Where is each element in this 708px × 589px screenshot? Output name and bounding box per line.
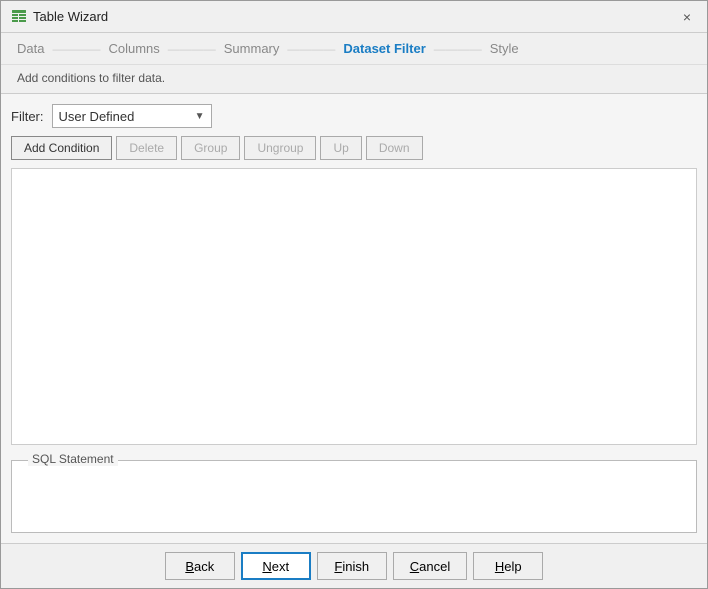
dropdown-arrow-icon: ▼ bbox=[195, 111, 205, 122]
close-button[interactable]: × bbox=[677, 7, 697, 27]
filter-dropdown[interactable]: User Defined ▼ bbox=[52, 104, 212, 128]
conditions-toolbar: Add Condition Delete Group Ungroup Up Do… bbox=[11, 136, 697, 160]
up-button[interactable]: Up bbox=[320, 136, 361, 160]
sep-1: ———— bbox=[52, 42, 100, 56]
next-button[interactable]: Next bbox=[241, 552, 311, 580]
sep-4: ———— bbox=[434, 42, 482, 56]
step-summary[interactable]: Summary bbox=[224, 41, 280, 56]
group-button[interactable]: Group bbox=[181, 136, 240, 160]
sql-legend: SQL Statement bbox=[28, 452, 118, 466]
filter-label: Filter: bbox=[11, 109, 44, 124]
content-area: Filter: User Defined ▼ Add Condition Del… bbox=[1, 94, 707, 543]
ungroup-button[interactable]: Ungroup bbox=[244, 136, 316, 160]
title-bar: Table Wizard × bbox=[1, 1, 707, 33]
footer: Back Next Finish Cancel Help bbox=[1, 543, 707, 588]
sep-3: ———— bbox=[287, 42, 335, 56]
finish-button[interactable]: Finish bbox=[317, 552, 387, 580]
table-wizard-icon bbox=[11, 9, 27, 25]
step-style[interactable]: Style bbox=[490, 41, 519, 56]
add-condition-button[interactable]: Add Condition bbox=[11, 136, 112, 160]
delete-button[interactable]: Delete bbox=[116, 136, 177, 160]
sql-statement-section: SQL Statement bbox=[11, 453, 697, 533]
sep-2: ———— bbox=[168, 42, 216, 56]
help-label: Help bbox=[495, 559, 522, 574]
table-wizard-window: Table Wizard × Data ———— Columns ———— Su… bbox=[0, 0, 708, 589]
help-button[interactable]: Help bbox=[473, 552, 543, 580]
filter-row: Filter: User Defined ▼ bbox=[11, 104, 697, 128]
wizard-nav: Data ———— Columns ———— Summary ———— Data… bbox=[1, 33, 707, 65]
filter-select-value: User Defined bbox=[59, 109, 135, 124]
cancel-label: Cancel bbox=[410, 559, 450, 574]
back-label: Back bbox=[185, 559, 214, 574]
subtitle: Add conditions to filter data. bbox=[1, 65, 707, 94]
back-button[interactable]: Back bbox=[165, 552, 235, 580]
next-label: Next bbox=[262, 559, 289, 574]
window-title: Table Wizard bbox=[33, 9, 108, 24]
down-button[interactable]: Down bbox=[366, 136, 423, 160]
title-bar-left: Table Wizard bbox=[11, 9, 108, 25]
step-dataset-filter[interactable]: Dataset Filter bbox=[343, 41, 425, 56]
step-columns[interactable]: Columns bbox=[108, 41, 159, 56]
conditions-area bbox=[11, 168, 697, 445]
cancel-button[interactable]: Cancel bbox=[393, 552, 467, 580]
step-data[interactable]: Data bbox=[17, 41, 44, 56]
finish-label: Finish bbox=[334, 559, 369, 574]
